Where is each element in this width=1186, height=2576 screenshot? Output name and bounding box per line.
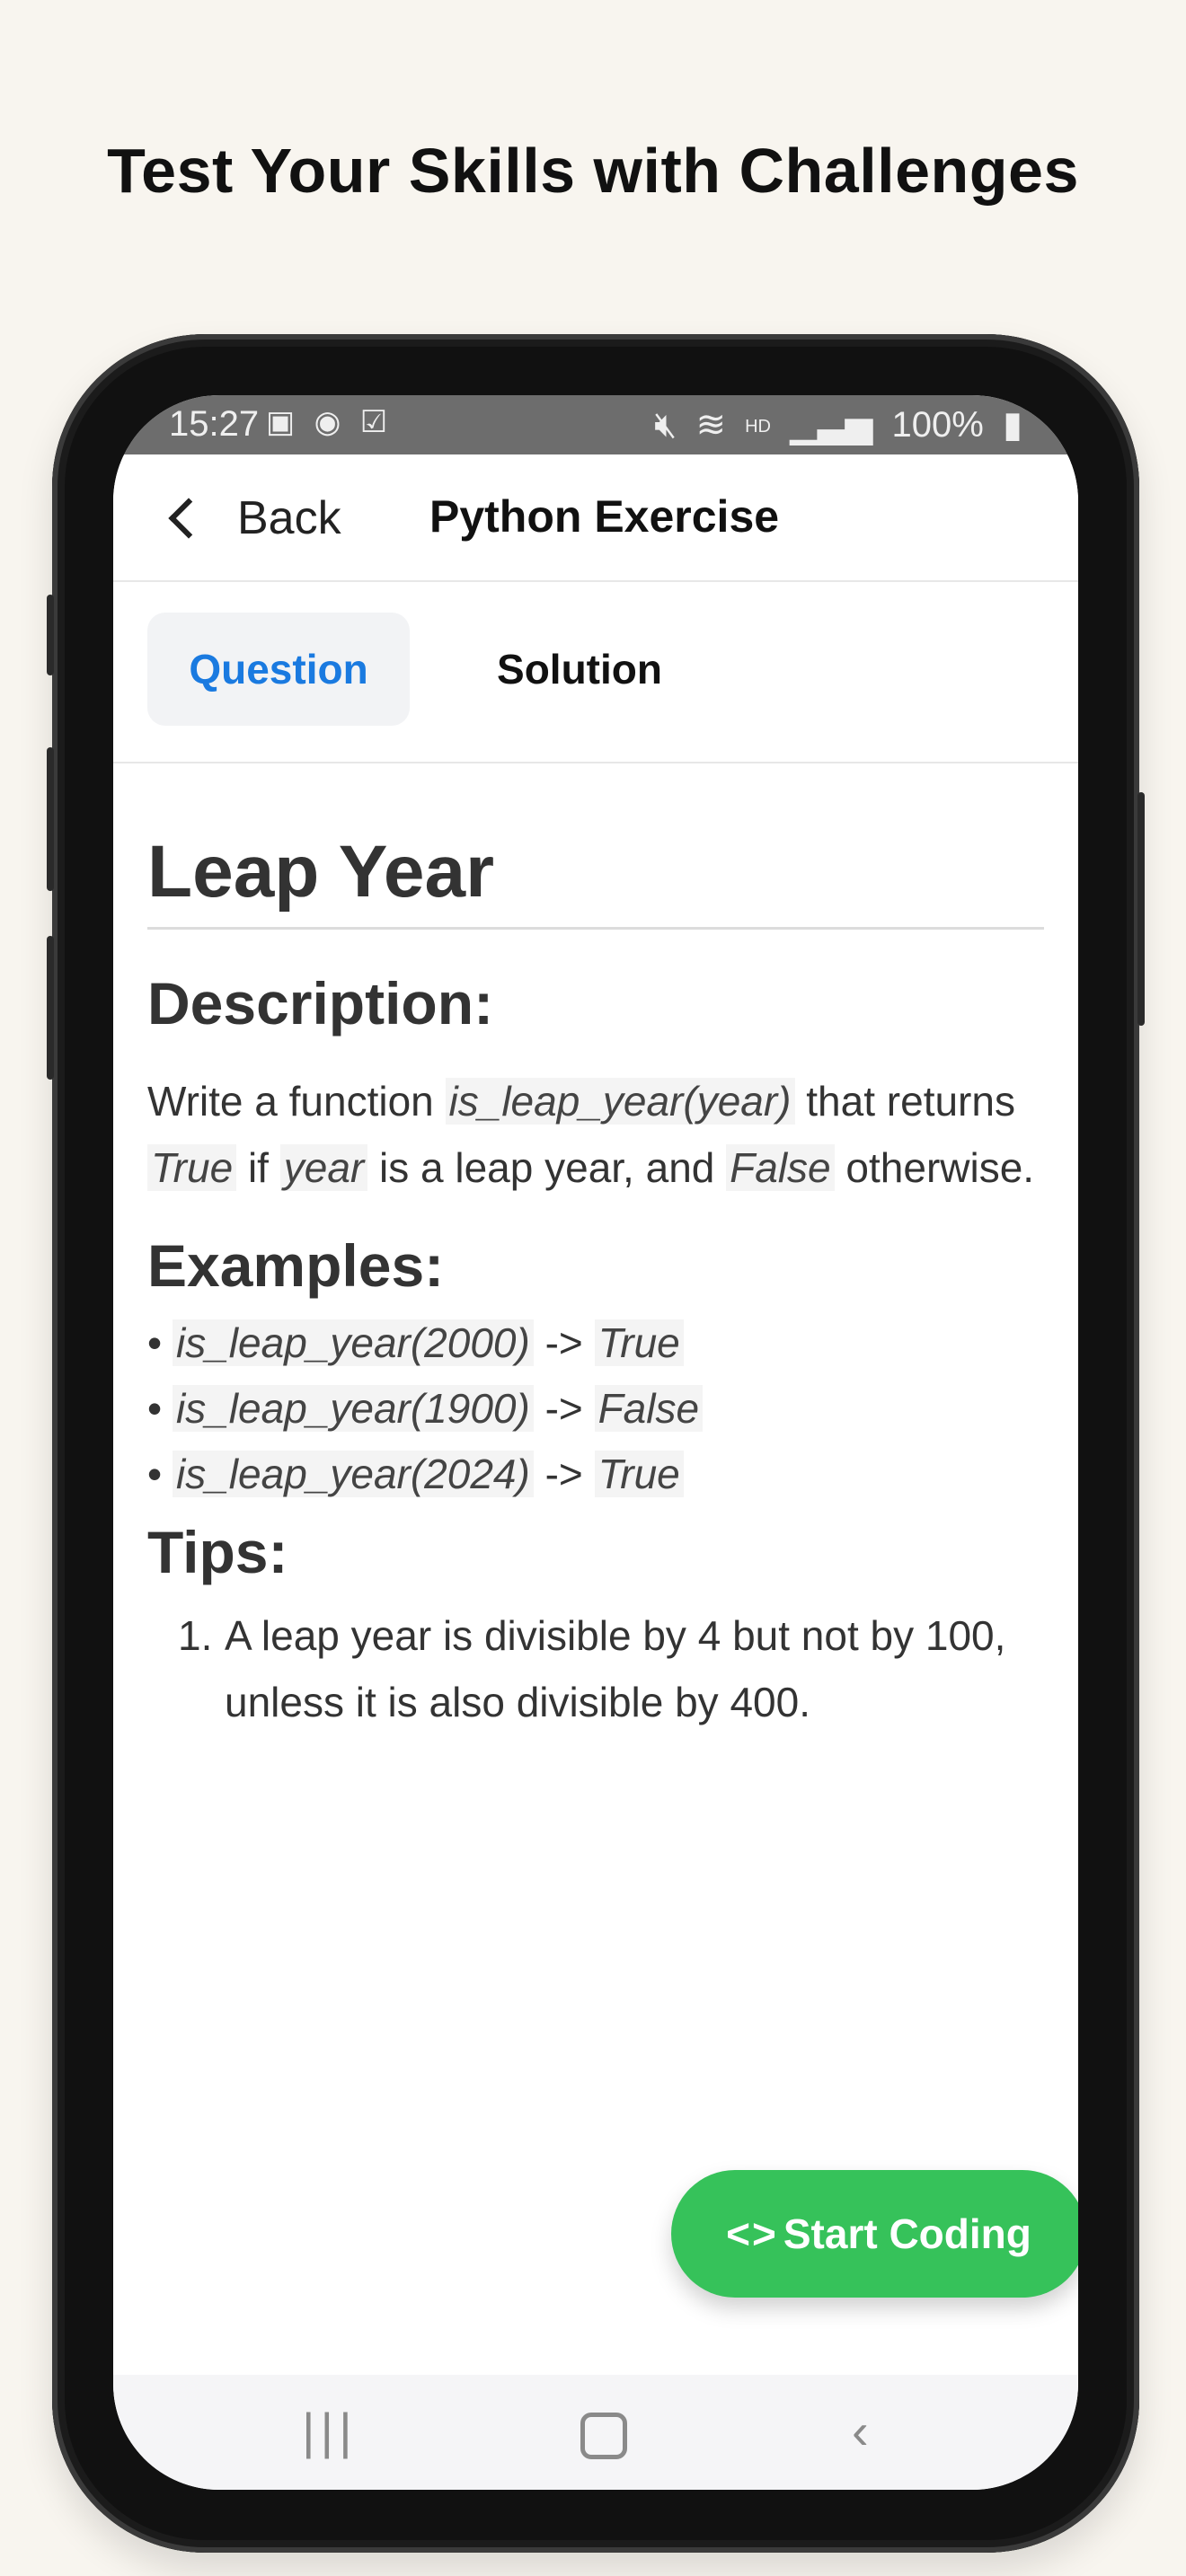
top-nav-bar: Back Python Exercise [113, 454, 1078, 582]
list-item: 1. A leap year is divisible by 4 but not … [147, 1602, 1044, 1735]
description-heading: Description: [147, 970, 494, 1037]
battery-icon: ▮ [1002, 405, 1022, 445]
phone-side-button [47, 595, 54, 675]
mute-icon: 🔇︎ [654, 405, 677, 445]
example-result: True [594, 1451, 684, 1497]
list-item: is_leap_year(1900) -> False [147, 1376, 1044, 1442]
examples-heading: Examples: [147, 1232, 445, 1299]
list-item: is_leap_year(2000) -> True [147, 1310, 1044, 1376]
description-text-part: Write a function [147, 1078, 446, 1125]
inline-code: is_leap_year(year) [445, 1078, 795, 1125]
exercise-content: Leap Year Description: Write a function … [147, 762, 1044, 1735]
tab-bar: Question Solution [113, 580, 1078, 763]
chevron-left-icon [168, 498, 209, 539]
example-arrow: -> [533, 1319, 595, 1366]
description-text: Write a function is_leap_year(year) that… [147, 1068, 1044, 1201]
description-text-part: otherwise. [834, 1144, 1035, 1191]
status-left-icons: ▣ ◉ ☑ [266, 404, 393, 440]
tip-number: 1. [178, 1612, 213, 1659]
start-coding-button[interactable]: <> Start Coding [671, 2170, 1078, 2298]
image-icon: ▣ [266, 405, 301, 439]
phone-side-button [47, 747, 54, 891]
code-icon: <> [726, 2210, 778, 2257]
example-result: False [594, 1385, 704, 1432]
system-nav-bar: ||| ‹ [113, 2375, 1078, 2490]
home-icon[interactable] [580, 2413, 627, 2459]
phone-side-button [1137, 792, 1145, 1026]
promo-title: Test Your Skills with Challenges [107, 136, 1079, 206]
exercise-title: Leap Year [147, 830, 1044, 930]
status-right-icons: 🔇︎ ≋ HD ▁▃▅ 100% ▮ [645, 404, 1022, 446]
sync-icon: ◉ [314, 405, 347, 439]
inline-code: True [147, 1144, 237, 1191]
list-item: is_leap_year(2024) -> True [147, 1442, 1044, 1507]
status-time: 15:27 [169, 404, 260, 444]
example-call: is_leap_year(2024) [173, 1451, 534, 1497]
description-text-part: that returns [794, 1078, 1015, 1125]
back-nav-icon[interactable]: ‹ [852, 2402, 869, 2460]
example-arrow: -> [533, 1385, 595, 1432]
tips-list: 1. A leap year is divisible by 4 but not … [147, 1602, 1044, 1735]
check-icon: ☑ [359, 405, 394, 439]
battery-percentage: 100% [891, 405, 984, 445]
example-call: is_leap_year(1900) [173, 1385, 534, 1432]
recent-apps-icon[interactable]: ||| [302, 2402, 358, 2460]
page-title: Python Exercise [429, 491, 780, 542]
phone-screen: 15:27 ▣ ◉ ☑ 🔇︎ ≋ HD ▁▃▅ 100% ▮ Back Pyth… [113, 395, 1078, 2490]
tips-heading: Tips: [147, 1519, 288, 1585]
description-text-part: is a leap year, and [367, 1144, 727, 1191]
back-label: Back [237, 492, 341, 544]
status-bar: 15:27 ▣ ◉ ☑ 🔇︎ ≋ HD ▁▃▅ 100% ▮ [113, 395, 1078, 454]
tip-text: A leap year is divisible by 4 but not by… [225, 1612, 1006, 1725]
inline-code: year [279, 1144, 368, 1191]
example-call: is_leap_year(2000) [173, 1319, 534, 1366]
back-button[interactable]: Back [167, 487, 341, 550]
example-result: True [594, 1319, 684, 1366]
start-coding-label: Start Coding [783, 2210, 1031, 2257]
phone-frame: 15:27 ▣ ◉ ☑ 🔇︎ ≋ HD ▁▃▅ 100% ▮ Back Pyth… [47, 334, 1145, 2553]
signal-icon: ▁▃▅ [790, 405, 873, 445]
examples-list: is_leap_year(2000) -> True is_leap_year(… [147, 1310, 1044, 1507]
description-text-part: if [236, 1144, 280, 1191]
tab-solution[interactable]: Solution [449, 613, 710, 726]
hd-icon: HD [745, 416, 771, 437]
phone-side-button [47, 936, 54, 1080]
wifi-icon: ≋ [695, 405, 726, 445]
example-arrow: -> [533, 1451, 595, 1497]
inline-code: False [726, 1144, 835, 1191]
tab-question[interactable]: Question [147, 613, 410, 726]
